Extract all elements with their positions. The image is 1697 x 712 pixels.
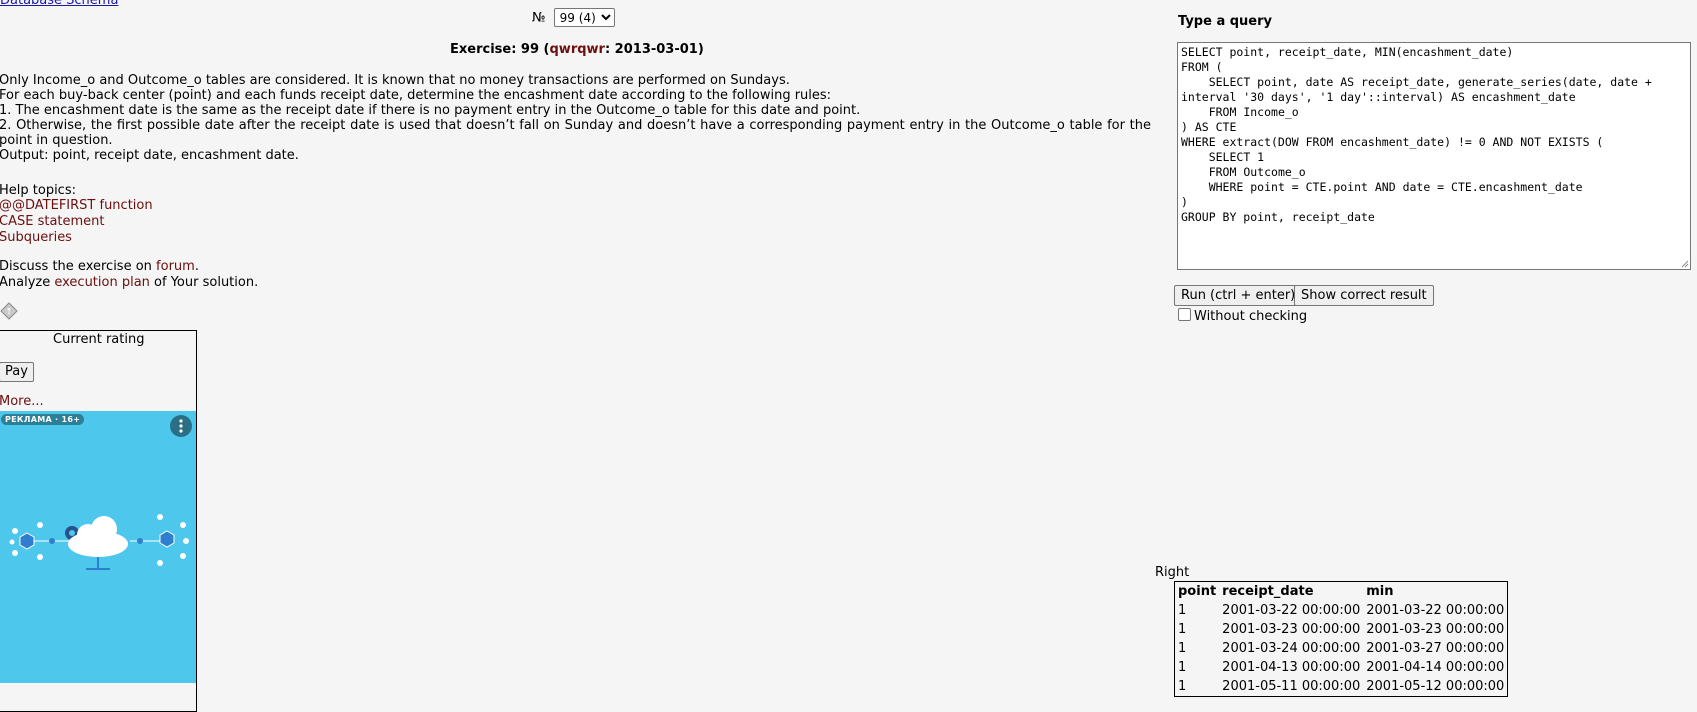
table-cell: 1: [1178, 603, 1187, 618]
discuss-prefix: Discuss the exercise on: [0, 259, 157, 274]
database-schema-link[interactable]: Database Schema: [0, 0, 118, 8]
analyze-line: Analyze execution plan of Your solution.: [0, 275, 258, 291]
exercise-number-select[interactable]: 99 (4): [553, 8, 615, 27]
table-row: 1 2001-03-22 00:00:00 2001-03-22 00:00:0…: [1175, 601, 1507, 620]
result-table: point receipt_date min 1 2001-03-22 00:0…: [1174, 581, 1509, 697]
forum-link[interactable]: forum: [156, 259, 195, 274]
table-row: 1 2001-04-13 00:00:00 2001-04-14 00:00:0…: [1175, 658, 1507, 677]
discuss-suffix: .: [194, 259, 199, 274]
help-topics-title: Help topics:: [0, 183, 76, 198]
result-status-label: Right: [1155, 565, 1190, 580]
discuss-line: Discuss the exercise on forum.: [0, 259, 258, 275]
resize-grip-icon[interactable]: [1681, 260, 1689, 268]
table-cell: 2001-03-27 00:00:00: [1366, 641, 1505, 656]
analyze-prefix: Analyze: [0, 275, 55, 290]
table-cell: 2001-03-22 00:00:00: [1366, 603, 1505, 618]
execution-plan-link[interactable]: execution plan: [54, 275, 150, 290]
analyze-suffix: of Your solution.: [149, 275, 259, 290]
pay-button[interactable]: Pay: [0, 362, 34, 382]
table-cell: 1: [1178, 622, 1187, 637]
exercise-selector: № 99 (4): [532, 8, 615, 27]
table-cell: 1: [1178, 641, 1187, 656]
diamond-back-icon[interactable]: ↑: [0, 302, 18, 320]
exercise-title-suffix: : 2013-03-01): [604, 42, 704, 57]
run-button[interactable]: Run (ctrl + enter): [1174, 285, 1303, 306]
table-row: 1 2001-03-24 00:00:00 2001-03-27 00:00:0…: [1175, 639, 1507, 658]
svg-text:↑: ↑: [5, 308, 13, 318]
table-cell: 2001-03-23 00:00:00: [1222, 622, 1361, 637]
without-checking-checkbox[interactable]: [1178, 308, 1191, 321]
without-checking-option[interactable]: Without checking: [1178, 308, 1307, 324]
more-vertical-icon[interactable]: [170, 415, 192, 437]
description-line: Only Income_o and Outcome_o tables are c…: [0, 73, 790, 88]
help-link-datefirst[interactable]: @@DATEFIRST function: [0, 198, 153, 213]
column-header: point: [1178, 584, 1217, 599]
table-row: 1 2001-05-11 00:00:00 2001-05-12 00:00:0…: [1175, 677, 1507, 696]
column-header: min: [1366, 584, 1394, 599]
exercise-title: Exercise: 99 (qwrqwr: 2013-03-01): [450, 42, 704, 57]
help-link-subqueries[interactable]: Subqueries: [0, 230, 72, 245]
exercise-author-link[interactable]: qwrqwr: [550, 42, 605, 57]
help-topics-list: @@DATEFIRST function CASE statement Subq…: [0, 198, 153, 246]
help-link-case[interactable]: CASE statement: [0, 214, 105, 229]
description-line: For each buy-back center (point) and eac…: [0, 88, 832, 103]
query-text[interactable]: SELECT point, receipt_date, MIN(encashme…: [1178, 43, 1690, 227]
cloud-network-icon: [9, 514, 189, 570]
table-cell: 2001-03-24 00:00:00: [1222, 641, 1361, 656]
table-cell: 2001-03-22 00:00:00: [1222, 603, 1361, 618]
description-line: 2. Otherwise, the first possible date af…: [0, 118, 1151, 148]
rating-title: Current rating: [53, 332, 145, 347]
table-cell: 2001-05-12 00:00:00: [1366, 679, 1505, 694]
more-link[interactable]: More...: [0, 394, 44, 409]
table-cell: 2001-04-13 00:00:00: [1222, 660, 1361, 675]
description-line: Output: point, receipt date, encashment …: [0, 148, 299, 163]
table-cell: 2001-04-14 00:00:00: [1366, 660, 1505, 675]
ad-banner[interactable]: РЕКЛАМА · 16+: [0, 411, 196, 683]
table-header-row: point receipt_date min: [1175, 582, 1507, 601]
without-checking-label: Without checking: [1194, 309, 1308, 324]
table-cell: 2001-03-23 00:00:00: [1366, 622, 1505, 637]
exercise-number-label: №: [532, 10, 546, 26]
description-line: 1. The encashment date is the same as th…: [0, 103, 861, 118]
table-cell: 2001-05-11 00:00:00: [1222, 679, 1361, 694]
exercise-description: Only Income_o and Outcome_o tables are c…: [0, 73, 1151, 163]
query-textarea[interactable]: SELECT point, receipt_date, MIN(encashme…: [1177, 42, 1691, 270]
table-row: 1 2001-03-23 00:00:00 2001-03-23 00:00:0…: [1175, 620, 1507, 639]
query-panel-title: Type a query: [1178, 14, 1273, 29]
exercise-title-prefix: Exercise: 99 (: [450, 42, 550, 57]
rating-panel: Current rating Pay More... РЕКЛАМА · 16+: [0, 330, 197, 712]
table-cell: 1: [1178, 679, 1187, 694]
column-header: receipt_date: [1222, 584, 1314, 599]
discuss-block: Discuss the exercise on forum. Analyze e…: [0, 259, 258, 291]
ad-badge: РЕКЛАМА · 16+: [1, 414, 85, 425]
show-correct-result-button[interactable]: Show correct result: [1294, 285, 1434, 306]
table-cell: 1: [1178, 660, 1187, 675]
